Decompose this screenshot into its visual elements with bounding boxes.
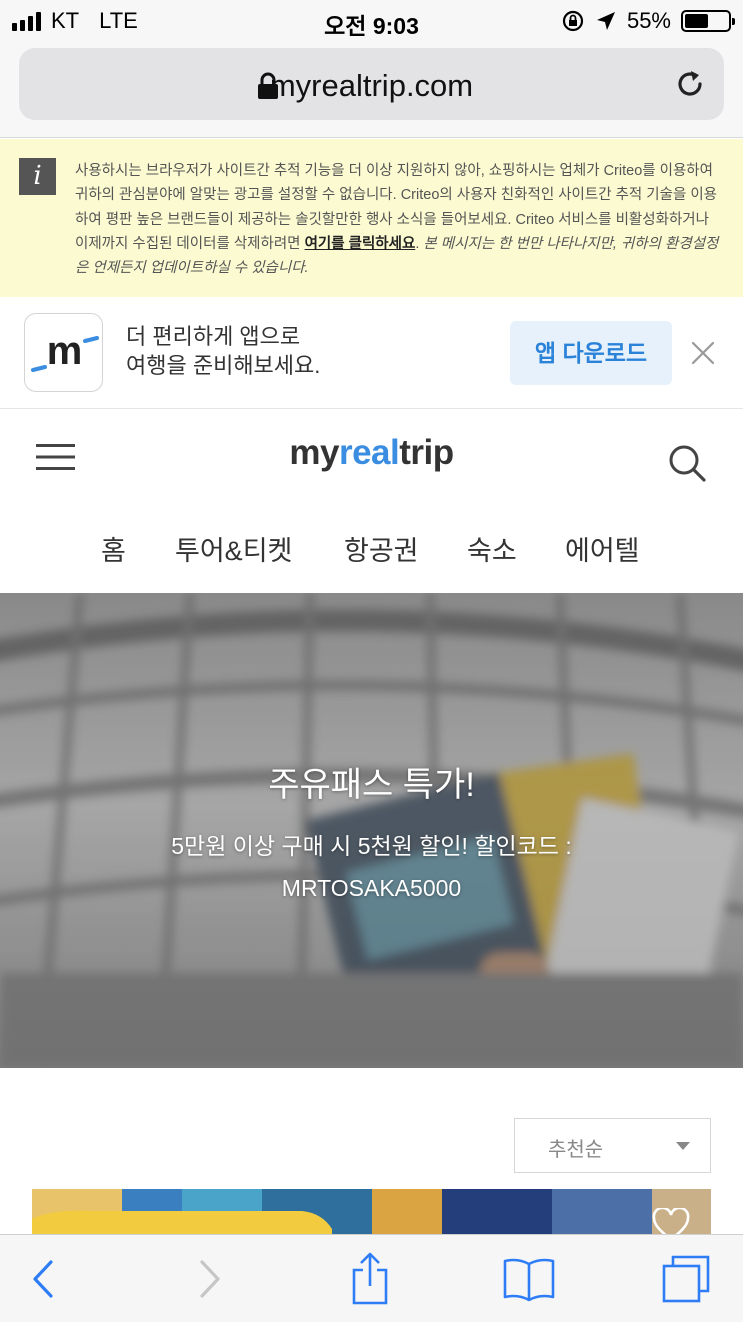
back-icon [33, 1260, 53, 1298]
location-icon [596, 12, 615, 30]
share-button[interactable] [330, 1235, 410, 1322]
app-logo: m [24, 313, 103, 392]
product-card-image[interactable] [32, 1189, 711, 1239]
notice-link[interactable]: 여기를 클릭하세요 [305, 236, 416, 252]
site-logo[interactable]: myrealtrip [0, 433, 743, 473]
app-banner-line1: 더 편리하게 앱으로 [126, 324, 301, 349]
battery-icon [681, 10, 735, 32]
criteo-notice: i 사용하시는 브라우저가 사이트간 추적 기능을 더 이상 지원하지 않아, … [0, 139, 743, 297]
nav-home[interactable]: 홈 [101, 529, 126, 568]
nav-tour-ticket[interactable]: 투어&티켓 [175, 529, 292, 568]
app-logo-mark: m [31, 329, 99, 373]
logo-prefix: my [289, 433, 339, 472]
search-icon[interactable] [667, 443, 707, 483]
share-icon [352, 1252, 388, 1305]
reload-icon[interactable] [672, 66, 708, 102]
battery-percent: 55% [626, 8, 671, 33]
app-logo-letter: m [47, 329, 83, 373]
sort-select[interactable]: 추천순 [514, 1118, 711, 1173]
orientation-lock-icon [562, 10, 584, 32]
nav-stays[interactable]: 숙소 [467, 529, 517, 568]
back-button[interactable] [3, 1235, 83, 1322]
nav-airtel[interactable]: 에어텔 [565, 529, 640, 568]
tabs-button[interactable] [646, 1235, 726, 1322]
battery-fill [685, 14, 709, 28]
app-banner-line2: 여행을 준비해보세요. [126, 353, 321, 378]
status-right: 55% [561, 8, 735, 34]
close-icon[interactable] [688, 338, 718, 368]
tabs-icon [662, 1255, 710, 1303]
hero-promo-code: MRTOSAKA5000 [281, 875, 462, 901]
forward-icon [200, 1260, 220, 1298]
hero-title: 주유패스 특가! [268, 766, 475, 804]
bookmarks-button[interactable] [489, 1235, 569, 1322]
chevron-down-icon [676, 1142, 690, 1150]
app-banner-text: 더 편리하게 앱으로 여행을 준비해보세요. [126, 322, 320, 380]
main-nav: 홈 투어&티켓 항공권 숙소 에어텔 [0, 501, 743, 593]
browser-url-area: myrealtrip.com [0, 42, 743, 138]
app-download-button[interactable]: 앱 다운로드 [510, 321, 672, 385]
logo-middle: real [338, 433, 400, 472]
nav-flights[interactable]: 항공권 [344, 529, 419, 568]
status-bar: KT LTE 오전 9:03 55% [0, 0, 743, 42]
forward-button[interactable] [170, 1235, 250, 1322]
product-image [32, 1189, 711, 1239]
url-text[interactable]: myrealtrip.com [19, 68, 724, 104]
address-bar[interactable]: myrealtrip.com [19, 48, 724, 120]
browser-toolbar [0, 1234, 743, 1322]
sort-selected-value: 추천순 [548, 1139, 604, 1161]
hero-banner[interactable]: 주유패스 특가! 5만원 이상 구매 시 5천원 할인! 할인코드 : MRTO… [0, 593, 743, 1068]
hero-subtitle: 5만원 이상 구매 시 5천원 할인! 할인코드 : MRTOSAKA5000 [0, 825, 743, 909]
bookmarks-icon [503, 1258, 555, 1302]
app-download-banner: m 더 편리하게 앱으로 여행을 준비해보세요. 앱 다운로드 [0, 297, 743, 409]
hero-subtitle-line1: 5만원 이상 구매 시 5천원 할인! 할인코드 : [171, 833, 572, 859]
logo-suffix: trip [399, 433, 454, 472]
notice-text: 사용하시는 브라우저가 사이트간 추적 기능을 더 이상 지원하지 않아, 쇼핑… [75, 159, 725, 280]
site-header: myrealtrip [0, 409, 743, 501]
info-icon: i [19, 158, 56, 195]
